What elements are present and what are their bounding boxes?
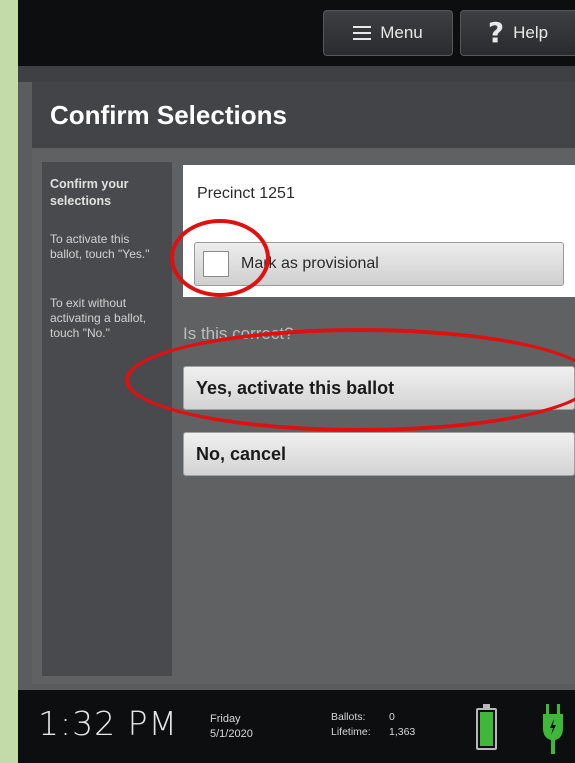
ballots-value: 0 [389, 711, 395, 723]
question-mark-icon: ? [487, 16, 505, 49]
battery-fill [480, 712, 493, 746]
page-header: Confirm Selections [32, 82, 575, 148]
ballots-label: Ballots: [331, 711, 366, 723]
lifetime-count-row: Lifetime: 1,363 [331, 725, 415, 740]
hamburger-icon [353, 26, 372, 40]
no-cancel-button[interactable]: No, cancel [183, 432, 575, 476]
annotation-circle-checkbox [170, 219, 270, 297]
date: 5/1/2020 [210, 728, 253, 740]
help-label: Help [513, 23, 549, 42]
lifetime-label: Lifetime: [331, 726, 371, 738]
lifetime-value: 1,363 [389, 726, 416, 738]
menu-label: Menu [380, 23, 423, 42]
precinct-label: Precinct 1251 [197, 185, 295, 202]
ballot-counts: Ballots: 0 Lifetime: 1,363 [331, 710, 415, 740]
top-bar: Menu ? Help [18, 0, 575, 66]
page-title: Confirm Selections [50, 99, 287, 130]
battery-icon [476, 704, 497, 750]
clock: 1:32 PM [38, 704, 178, 743]
status-bar: 1:32 PM Friday 5/1/2020 Ballots: 0 Lifet… [18, 690, 575, 763]
annotation-circle-yes [125, 328, 575, 432]
power-plug-icon [543, 704, 563, 754]
instruction-yes: To activate this ballot, touch "Yes." [50, 232, 150, 261]
instructions-sidebar: Confirm your selections To activate this… [42, 162, 172, 676]
menu-button[interactable]: Menu [323, 10, 453, 56]
weekday: Friday [210, 713, 241, 725]
help-button[interactable]: ? Help [460, 10, 575, 56]
sidebar-heading: Confirm your selections [50, 177, 129, 208]
ballots-count-row: Ballots: 0 [331, 710, 415, 725]
instruction-no: To exit without activating a ballot, tou… [50, 296, 147, 340]
header-divider [18, 66, 575, 82]
voting-machine-screen: Menu ? Help Confirm Selections Confirm y… [18, 0, 575, 763]
date-display: Friday 5/1/2020 [210, 712, 253, 742]
